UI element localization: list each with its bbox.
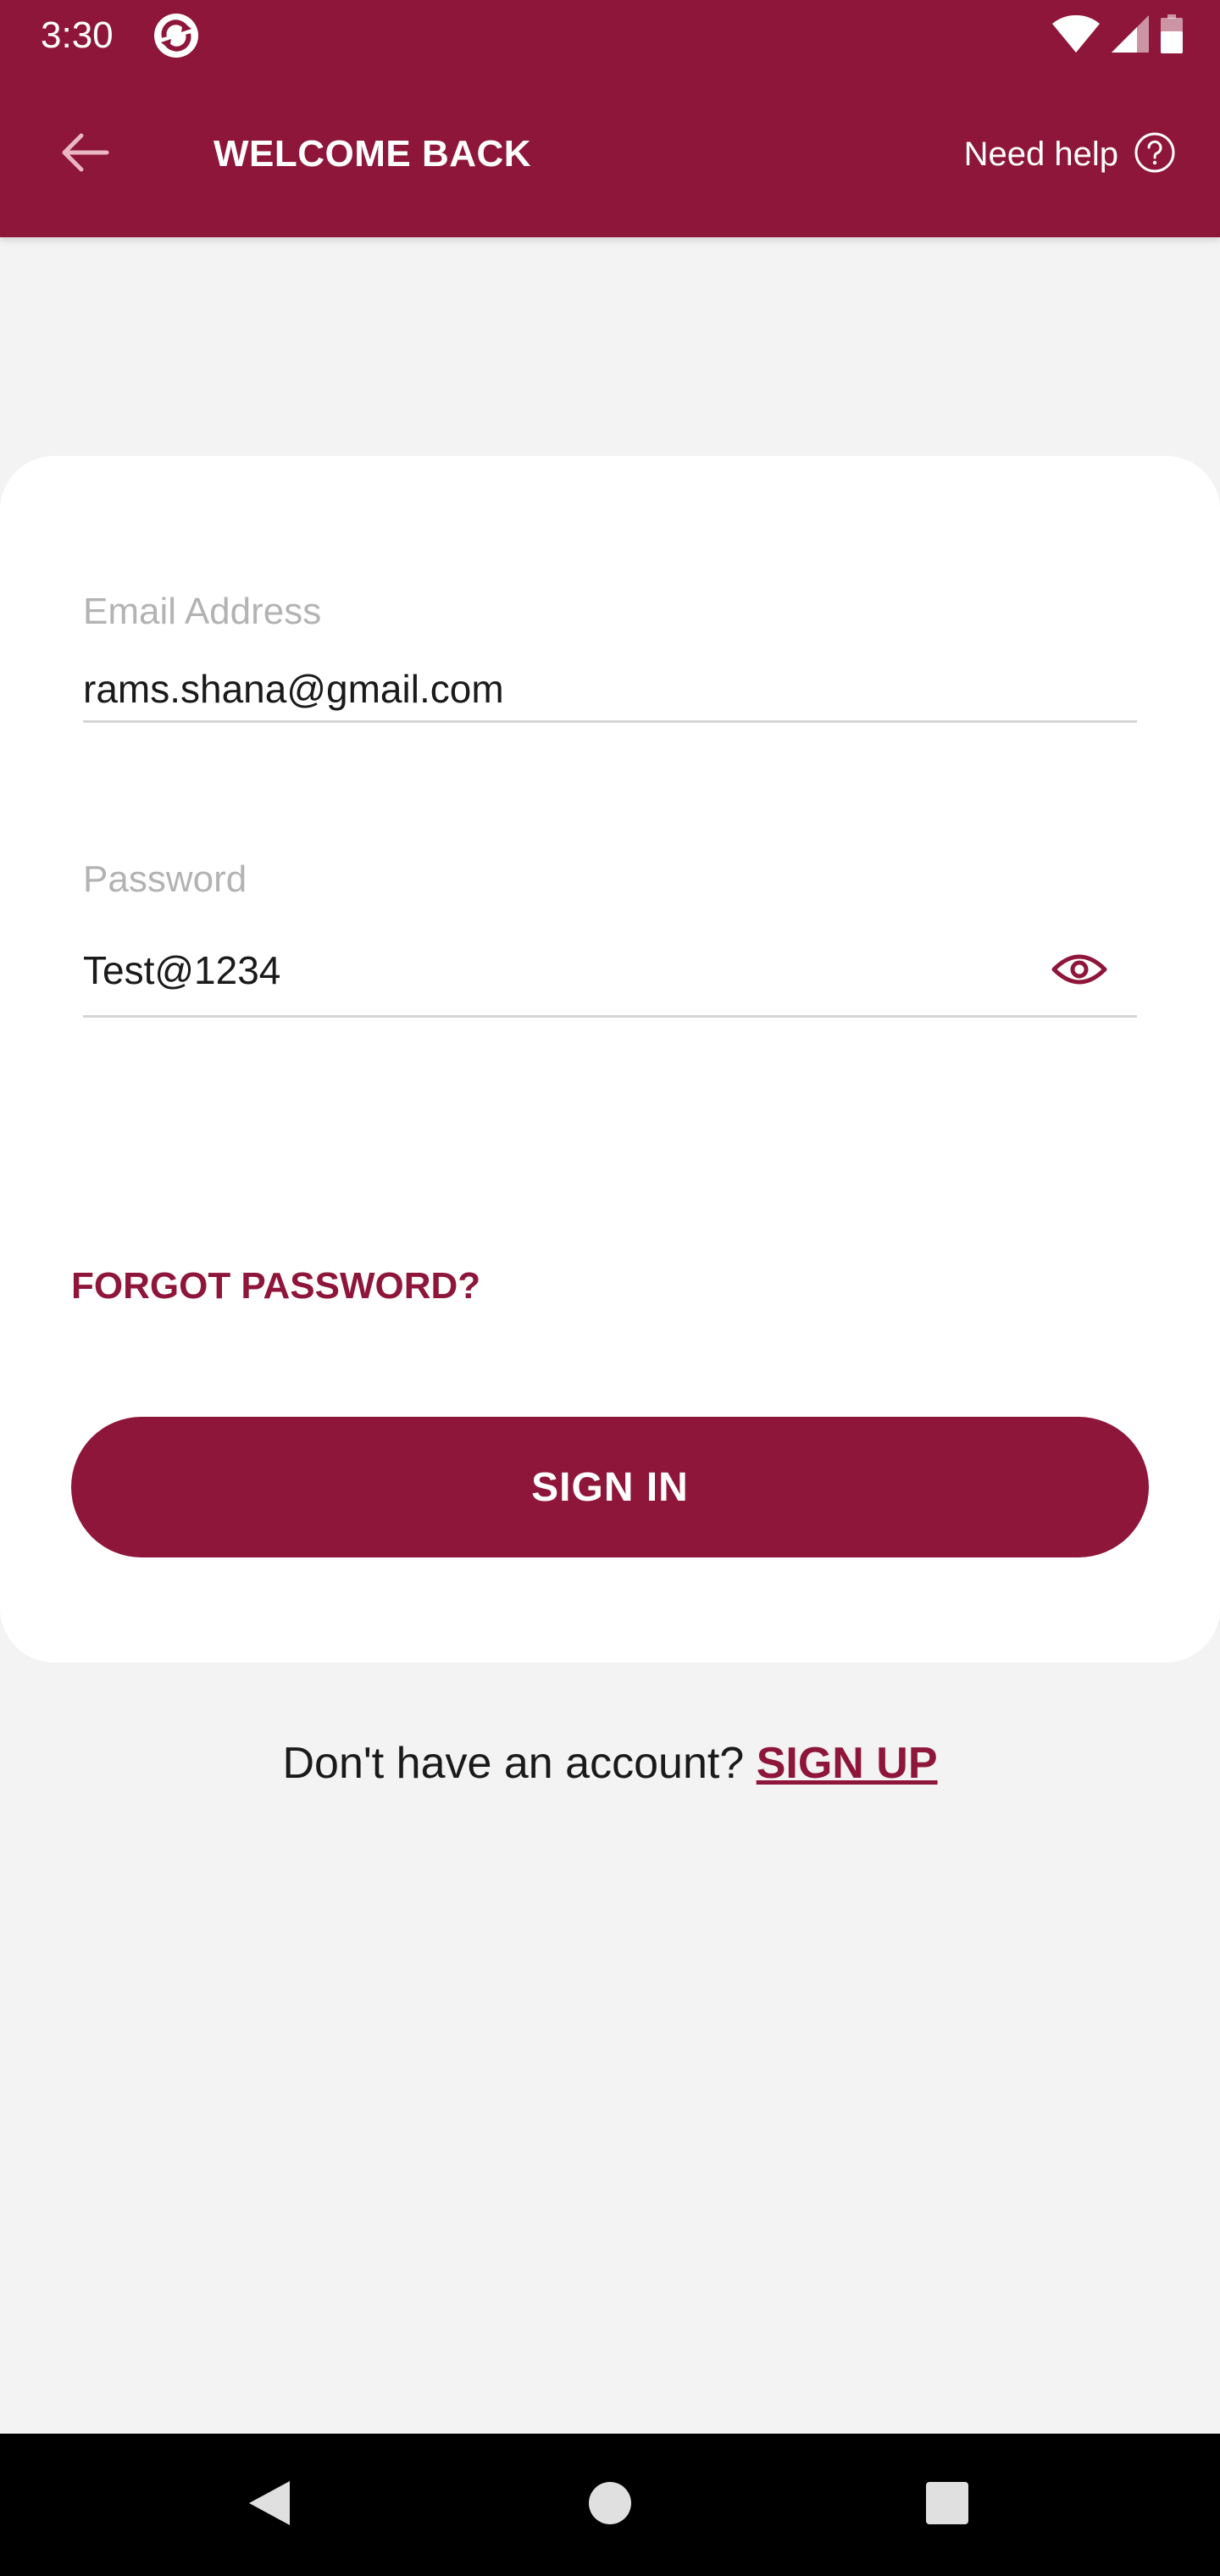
arrow-left-icon: [59, 132, 110, 177]
nav-back-button[interactable]: [229, 2464, 310, 2545]
email-label: Email Address: [83, 591, 322, 632]
sign-in-button[interactable]: SIGN IN: [71, 1417, 1149, 1557]
system-nav-bar: [0, 2434, 1220, 2576]
eye-icon: [1051, 952, 1107, 991]
sign-up-link[interactable]: SIGN UP: [757, 1739, 938, 1788]
password-underline: [83, 1015, 1137, 1018]
back-button[interactable]: [51, 120, 119, 188]
signup-prompt: Don't have an account? SIGN UP: [0, 1734, 1220, 1793]
email-underline: [83, 720, 1137, 723]
question-circle-icon: [1134, 131, 1176, 178]
home-circle-icon: [587, 2480, 633, 2530]
status-icons: [1052, 14, 1183, 58]
back-triangle-icon: [246, 2478, 293, 2533]
need-help-link[interactable]: Need help: [964, 129, 1176, 180]
wifi-icon: [1052, 14, 1100, 57]
password-field[interactable]: [83, 939, 1032, 1002]
nav-home-button[interactable]: [569, 2464, 651, 2545]
page-title: WELCOME BACK: [214, 133, 532, 175]
app-sync-icon: [152, 12, 200, 59]
show-password-toggle[interactable]: [1045, 937, 1113, 1005]
signal-icon: [1112, 14, 1149, 57]
recents-square-icon: [924, 2480, 970, 2530]
status-time: 3:30: [41, 14, 114, 56]
signup-prompt-text: Don't have an account?: [282, 1739, 745, 1788]
login-card: Email Address Password FORGOT PASSWORD? …: [0, 456, 1220, 1663]
password-label: Password: [83, 858, 247, 900]
battery-icon: [1161, 14, 1183, 58]
app-toolbar: WELCOME BACK Need help: [0, 71, 1220, 237]
need-help-label: Need help: [963, 136, 1118, 173]
status-bar: 3:30: [0, 0, 1220, 71]
forgot-password-link[interactable]: FORGOT PASSWORD?: [71, 1261, 480, 1312]
nav-recents-button[interactable]: [907, 2464, 988, 2545]
email-field[interactable]: [83, 658, 1137, 720]
